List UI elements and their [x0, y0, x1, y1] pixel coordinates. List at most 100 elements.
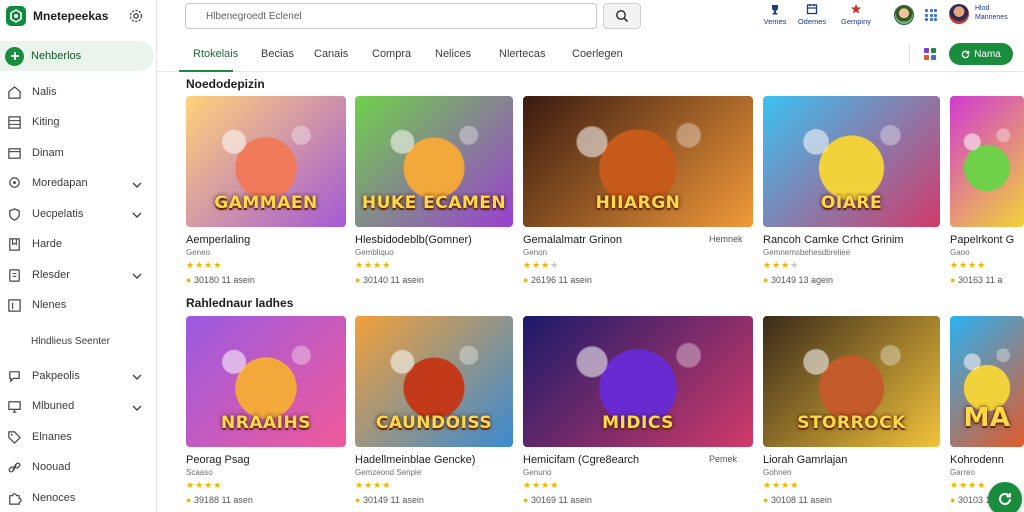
card-title[interactable]: Aemperlaling — [186, 234, 250, 246]
user-avatar[interactable] — [949, 4, 969, 24]
card-subtitle: Gaoo — [950, 248, 970, 257]
game-card[interactable]: GAMMAEN Aemperlaling Geneo ★★★★ ● 30180 11 a… — [186, 96, 346, 296]
sidebar-item-label: Hlndlieus Seenter — [31, 335, 110, 347]
card-meta: ● 30180 11 asein — [186, 275, 255, 285]
game-thumbnail[interactable]: CAUNDOISS — [355, 316, 513, 447]
tab-2[interactable]: Canais — [314, 36, 348, 72]
puzzle-icon[interactable] — [922, 46, 938, 62]
sidebar-item-8[interactable]: Hlndlieus Seenter — [0, 321, 156, 361]
card-subtitle: Geneo — [186, 248, 211, 257]
user-info[interactable]: Hlod Mannenes — [975, 4, 1008, 22]
game-thumbnail[interactable]: NRAAIHS — [186, 316, 346, 447]
thumbnail-art-title: HIIARGN — [595, 193, 681, 213]
game-thumbnail[interactable] — [950, 96, 1024, 227]
sidebar-item-11[interactable]: Elnanes — [0, 422, 156, 453]
sidebar-item-7[interactable]: Nlenes — [0, 291, 156, 322]
game-thumbnail[interactable]: GAMMAEN — [186, 96, 346, 227]
chevron-down-icon[interactable] — [131, 269, 143, 281]
card-subtitle: Scaaso — [186, 468, 213, 477]
card-title[interactable]: Kohrodenn — [950, 454, 1004, 466]
card-subtitle: Genuno — [523, 468, 552, 477]
game-card[interactable]: HUKE ECAMEN Hlesbidodeblb(Gomner) Gembliqu… — [355, 96, 513, 296]
card-title[interactable]: Papelrkont G — [950, 234, 1014, 246]
chevron-down-icon[interactable] — [131, 370, 143, 382]
settings-gear-icon[interactable] — [126, 6, 146, 26]
sidebar-item-13[interactable]: Nenoces — [0, 483, 156, 512]
sidebar-item-6[interactable]: Rlesder — [0, 260, 156, 291]
section-title: Rahlednaur ladhes — [186, 296, 294, 310]
card-meta: ● 30140 11 asein — [355, 275, 424, 285]
chevron-down-icon[interactable] — [131, 178, 143, 190]
game-card[interactable]: MAKohrodennGarreo★★★★● 30103 11 — [950, 316, 1024, 512]
card-title[interactable]: Hlesbidodeblb(Gomner) — [355, 234, 472, 246]
card-title[interactable]: Hemicifam (Cgre8earch — [523, 454, 639, 466]
game-card[interactable]: MIDICS Hemicifam (Cgre8earch Pemek Genuno ★★… — [523, 316, 753, 512]
rating-count: 30140 — [362, 275, 388, 285]
sidebar-item-5[interactable]: Harde — [0, 230, 156, 261]
search-button[interactable] — [603, 3, 641, 29]
thumbnail-art-title: HUKE ECAMEN — [361, 193, 507, 213]
header-button-0[interactable]: Vemes — [755, 3, 795, 31]
sidebar-item-active[interactable]: Nehberlos — [0, 41, 154, 71]
game-card[interactable]: Papelrkont G Gaoo ★★★★ ● 30163 11 a — [950, 96, 1024, 296]
sidebar-item-label: Harde — [32, 238, 62, 251]
tab-3[interactable]: Compra — [372, 36, 411, 72]
game-card[interactable]: CAUNDOISS Hadellmeinblae Gencke) Gemzeond … — [355, 316, 513, 512]
card-meta: ● 30108 11 asein — [763, 495, 832, 505]
primary-action-label: Nama — [974, 48, 1001, 60]
tab-4[interactable]: Nelices — [435, 36, 471, 72]
floating-action-button[interactable] — [988, 482, 1022, 512]
card-title[interactable]: Hadellmeinblae Gencke) — [355, 454, 475, 466]
game-card[interactable]: HIIARGN Gemalalmatr Grinon Hemnek Genon ★★★★… — [523, 96, 753, 296]
rating-stars: ★★★★ — [763, 480, 800, 490]
flag-icon — [851, 4, 861, 14]
card-subtitle: Genon — [523, 248, 548, 257]
tab-5[interactable]: Nlertecas — [499, 36, 545, 72]
sidebar-item-10[interactable]: Mlbuned — [0, 392, 156, 423]
avatar[interactable] — [894, 5, 914, 25]
sidebar-item-1[interactable]: Kiting — [0, 108, 156, 139]
game-thumbnail[interactable]: HUKE ECAMEN — [355, 96, 513, 227]
sidebar-item-label: Rlesder — [32, 268, 70, 281]
header-button-2[interactable]: Gempiny — [836, 3, 876, 31]
tab-0[interactable]: Rtokelais — [193, 36, 238, 72]
home-icon — [6, 84, 22, 100]
sidebar-item-label: Nehberlos — [31, 50, 82, 62]
rating-stars: ★★★★ — [355, 260, 392, 270]
game-card[interactable]: STORROCK Liorah Gamrlajan Gohnen ★★★★ ● 3010… — [763, 316, 940, 512]
card-meta: ● 30149 13 agein — [763, 275, 833, 285]
chevron-down-icon[interactable] — [131, 208, 143, 220]
sidebar-item-label: Nalis — [32, 85, 57, 98]
sidebar-item-2[interactable]: Dinam — [0, 138, 156, 169]
sidebar-item-9[interactable]: Pakpeolis — [0, 361, 156, 392]
card-title[interactable]: Peorag Psag — [186, 454, 250, 466]
sidebar-item-4[interactable]: Uecpelatis — [0, 199, 156, 230]
game-thumbnail[interactable]: OIARE — [763, 96, 940, 227]
game-card[interactable]: OIARE Rancoh Camke Crhct Grinim Gemnemsbeh… — [763, 96, 940, 296]
sidebar-item-0[interactable]: Nalis — [0, 77, 156, 108]
sidebar-item-12[interactable]: Noouad — [0, 453, 156, 484]
card-title[interactable]: Rancoh Camke Crhct Grinim — [763, 234, 904, 246]
header-button-1[interactable]: Odemes — [792, 3, 832, 31]
game-thumbnail[interactable]: STORROCK — [763, 316, 940, 447]
game-thumbnail[interactable]: MIDICS — [523, 316, 753, 447]
search-input[interactable] — [186, 4, 596, 28]
coin-icon: ● — [186, 495, 194, 505]
active-tab-indicator — [179, 70, 233, 72]
chevron-down-icon[interactable] — [131, 401, 143, 413]
sidebar: Mnetepeekas Nehberlos Nalis Kiting Dinam Mo… — [0, 0, 157, 512]
card-title[interactable]: Gemalalmatr Grinon — [523, 234, 622, 246]
header-button-label: Vemes — [763, 17, 787, 26]
game-card[interactable]: NRAAIHS Peorag Psag Scaaso ★★★★ ● 39188 11 a… — [186, 316, 346, 512]
tab-6[interactable]: Coerlegen — [572, 36, 623, 72]
card-title[interactable]: Liorah Gamrlajan — [763, 454, 847, 466]
apps-grid-icon[interactable] — [925, 9, 937, 21]
sidebar-item-3[interactable]: Moredapan — [0, 169, 156, 200]
rating-count: 30103 — [957, 495, 983, 505]
search-box[interactable] — [185, 3, 597, 29]
game-thumbnail[interactable]: HIIARGN — [523, 96, 753, 227]
game-thumbnail[interactable]: MA — [950, 316, 1024, 447]
rating-count: 30169 — [530, 495, 556, 505]
tab-1[interactable]: Becias — [261, 36, 294, 72]
primary-action-button[interactable]: Nama — [949, 43, 1013, 65]
